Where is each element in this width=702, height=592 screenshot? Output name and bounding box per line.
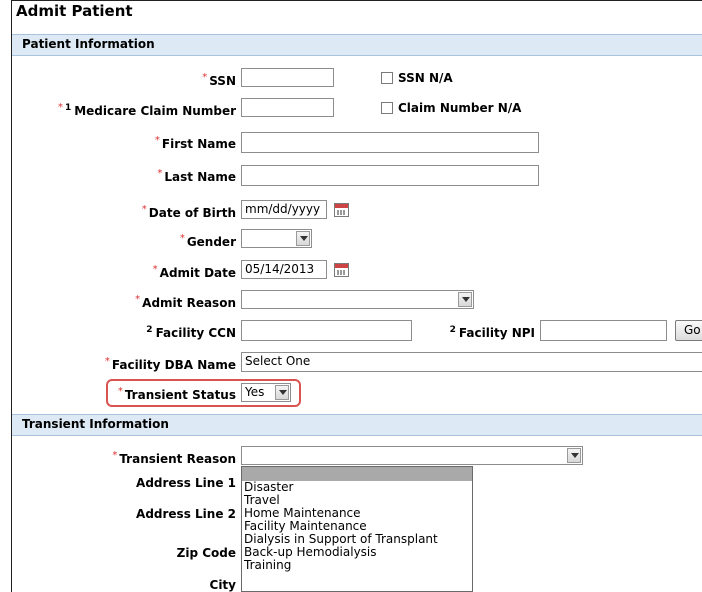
ssn-na-label: SSN N/A: [398, 71, 453, 85]
transient-reason-label: * Transient Reason: [112, 450, 236, 466]
first-name-input[interactable]: [241, 132, 539, 153]
calendar-icon[interactable]: [334, 263, 349, 277]
required-marker: *: [154, 135, 160, 146]
facility-ccn-label: 2 Facility CCN: [146, 325, 236, 340]
section-header-patient-information: Patient Information: [12, 34, 702, 56]
transient-status-label: * Transient Status: [117, 386, 236, 402]
facility-dba-name-label: * Facility DBA Name: [104, 356, 236, 372]
date-of-birth-label: * Date of Birth: [141, 204, 236, 220]
gender-label: * Gender: [179, 233, 236, 249]
chevron-down-icon: [567, 448, 581, 463]
chevron-down-icon: [296, 231, 310, 246]
page-title: Admit Patient: [16, 2, 133, 20]
admit-date-input[interactable]: 05/14/2013: [241, 260, 327, 279]
transient-status-select[interactable]: Yes: [241, 383, 291, 402]
admit-reason-label: * Admit Reason: [135, 294, 236, 310]
ssn-input[interactable]: [241, 68, 334, 87]
left-border: [11, 0, 12, 592]
facility-npi-label: 2 Facility NPI: [449, 325, 535, 340]
section-header-transient-information: Transient Information: [12, 414, 702, 436]
chevron-down-icon: [458, 292, 472, 307]
medicare-claim-number-label: * 1 Medicare Claim Number: [57, 102, 236, 118]
transient-reason-select[interactable]: [241, 446, 583, 465]
section-title: Patient Information: [22, 37, 155, 51]
gender-select[interactable]: [241, 229, 312, 248]
claim-number-na-checkbox[interactable]: [381, 102, 393, 114]
last-name-input[interactable]: [241, 165, 539, 186]
required-marker: *: [179, 233, 185, 244]
city-label: City: [209, 578, 236, 592]
required-marker: *: [57, 102, 63, 113]
dropdown-option-blank[interactable]: [242, 467, 472, 481]
facility-dba-name-select[interactable]: Select One: [241, 352, 702, 372]
facility-npi-input[interactable]: [540, 320, 667, 341]
facility-ccn-input[interactable]: [241, 320, 412, 341]
required-marker: *: [157, 168, 163, 179]
ssn-na-checkbox[interactable]: [381, 72, 393, 84]
address-line-1-label: Address Line 1: [136, 476, 236, 490]
section-title: Transient Information: [22, 417, 169, 431]
top-border: [11, 0, 702, 1]
required-marker: *: [104, 356, 110, 367]
date-of-birth-input[interactable]: mm/dd/yyyy: [241, 200, 327, 219]
claim-number-na-label: Claim Number N/A: [398, 101, 522, 115]
chevron-down-icon: [275, 385, 289, 400]
facility-dba-value: Select One: [245, 354, 311, 368]
first-name-label: * First Name: [154, 135, 236, 151]
transient-status-value: Yes: [245, 385, 265, 399]
admit-patient-form: Admit Patient Patient Information * SSN S…: [0, 0, 702, 592]
required-marker: *: [141, 204, 147, 215]
zip-code-label: Zip Code: [176, 546, 236, 560]
transient-reason-dropdown-list: Disaster Travel Home Maintenance Facilit…: [241, 466, 473, 592]
required-marker: *: [202, 72, 208, 83]
ssn-label: * SSN: [202, 72, 236, 88]
required-marker: *: [112, 450, 118, 461]
dropdown-option-training[interactable]: Training: [242, 559, 472, 572]
go-button[interactable]: Go: [675, 320, 702, 341]
required-marker: *: [152, 264, 158, 275]
admit-date-label: * Admit Date: [152, 264, 236, 280]
calendar-icon[interactable]: [334, 203, 349, 217]
last-name-label: * Last Name: [157, 168, 236, 184]
required-marker: *: [117, 386, 123, 397]
address-line-2-label: Address Line 2: [136, 507, 236, 521]
admit-reason-select[interactable]: [241, 290, 474, 309]
medicare-claim-number-input[interactable]: [241, 98, 334, 117]
required-marker: *: [135, 294, 141, 305]
